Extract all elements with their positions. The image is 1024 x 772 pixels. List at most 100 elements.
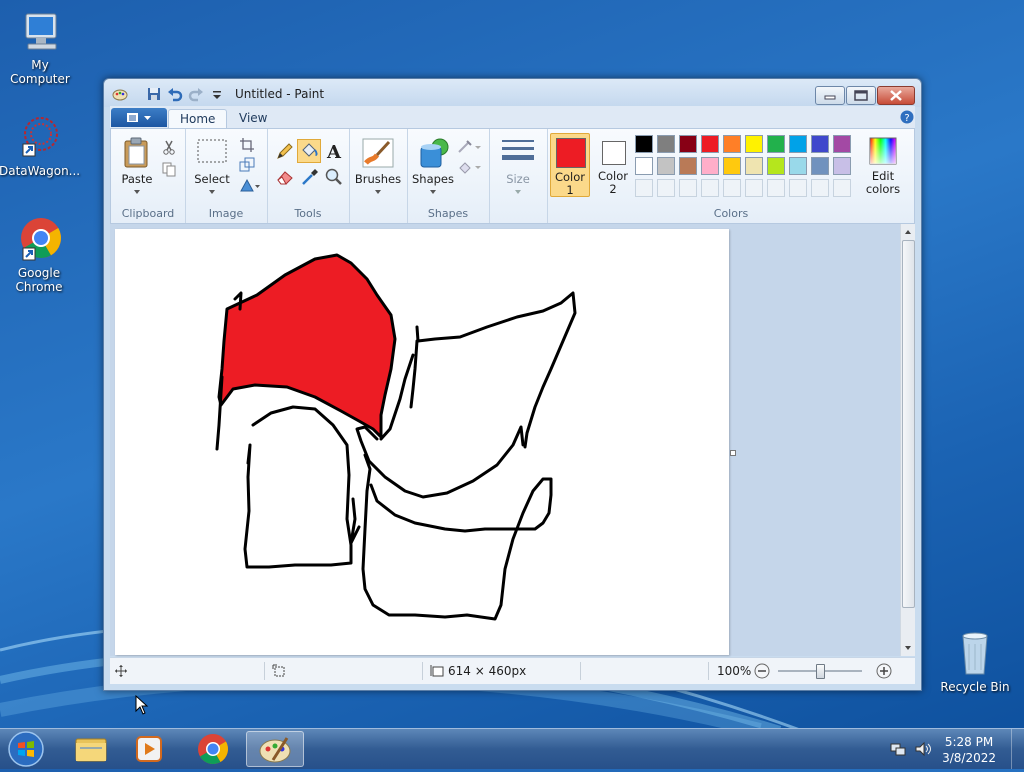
palette-swatch[interactable]: [833, 135, 851, 153]
color2-button[interactable]: Color 2: [593, 133, 633, 197]
tools-group: A Tools: [267, 129, 350, 223]
palette-swatch-empty[interactable]: [723, 179, 741, 197]
taskbar-paint[interactable]: [246, 731, 304, 767]
save-icon[interactable]: [146, 86, 162, 102]
restore-icon: [854, 90, 868, 101]
shapes-button[interactable]: Shapes: [411, 135, 455, 197]
tab-home[interactable]: Home: [168, 109, 228, 129]
title-bar[interactable]: Untitled - Paint: [104, 79, 921, 107]
palette-swatch[interactable]: [679, 157, 697, 175]
desktop-icon-recycle-bin[interactable]: Recycle Bin: [935, 630, 1015, 694]
zoom-in-icon[interactable]: [876, 663, 892, 679]
rotate-icon[interactable]: [239, 177, 261, 193]
cut-icon[interactable]: [161, 139, 177, 155]
close-button[interactable]: [877, 86, 915, 105]
color1-swatch: [556, 138, 586, 168]
palette-swatch[interactable]: [767, 135, 785, 153]
palette-swatch-empty[interactable]: [811, 179, 829, 197]
palette-swatch[interactable]: [679, 135, 697, 153]
resize-icon[interactable]: [239, 157, 255, 173]
palette-swatch-empty[interactable]: [635, 179, 653, 197]
palette-swatch[interactable]: [701, 135, 719, 153]
desktop-icon-my-computer[interactable]: My Computer: [0, 8, 80, 86]
palette-swatch[interactable]: [745, 135, 763, 153]
palette-swatch[interactable]: [833, 157, 851, 175]
palette-swatch-empty[interactable]: [679, 179, 697, 197]
paste-button[interactable]: Paste: [117, 135, 157, 197]
palette-swatch[interactable]: [723, 157, 741, 175]
fill-icon[interactable]: [457, 159, 483, 175]
show-desktop-button[interactable]: [1011, 729, 1024, 769]
palette-swatch[interactable]: [745, 157, 763, 175]
scroll-up-icon[interactable]: [901, 226, 915, 238]
start-button[interactable]: [6, 729, 46, 769]
size-label: Size: [506, 172, 530, 186]
canvas-resize-handle[interactable]: [730, 450, 736, 456]
palette-swatch-empty[interactable]: [701, 179, 719, 197]
minimize-button[interactable]: [815, 86, 845, 105]
palette-swatch[interactable]: [635, 135, 653, 153]
network-icon[interactable]: [890, 741, 906, 757]
palette-swatch[interactable]: [789, 157, 807, 175]
maximize-button[interactable]: [846, 86, 876, 105]
tab-view[interactable]: View: [228, 109, 278, 128]
magnifier-icon[interactable]: [324, 167, 344, 187]
scrollbar-thumb[interactable]: [902, 240, 915, 608]
copy-icon[interactable]: [161, 161, 177, 177]
close-icon: [890, 90, 902, 101]
chevron-down-icon: [430, 190, 436, 194]
palette-swatch-empty[interactable]: [657, 179, 675, 197]
redo-icon[interactable]: [188, 86, 204, 102]
palette-swatch[interactable]: [723, 135, 741, 153]
taskbar-chrome[interactable]: [184, 731, 242, 767]
palette-swatch[interactable]: [701, 157, 719, 175]
outline-icon[interactable]: [457, 139, 483, 155]
undo-icon[interactable]: [167, 86, 183, 102]
palette-swatch-empty[interactable]: [789, 179, 807, 197]
help-icon[interactable]: ?: [900, 110, 914, 124]
eraser-icon[interactable]: [275, 167, 295, 187]
palette-swatch[interactable]: [811, 157, 829, 175]
text-tool-icon[interactable]: A: [324, 140, 344, 162]
palette-swatch[interactable]: [767, 157, 785, 175]
taskbar-explorer[interactable]: [62, 731, 120, 767]
scroll-down-icon[interactable]: [901, 642, 915, 654]
desktop-icon-google-chrome[interactable]: Google Chrome: [0, 216, 79, 294]
paint-app-icon[interactable]: [112, 86, 128, 102]
customize-quick-access-icon[interactable]: [209, 86, 225, 102]
crop-icon[interactable]: [239, 137, 255, 153]
zoom-level: 100%: [717, 664, 752, 678]
color-picker-icon[interactable]: [300, 167, 320, 187]
system-clock[interactable]: 5:28 PM 3/8/2022: [942, 734, 996, 766]
edit-colors-button[interactable]: Edit colors: [861, 133, 905, 197]
fill-tool-button[interactable]: [297, 139, 321, 163]
zoom-slider-thumb[interactable]: [816, 664, 825, 679]
palette-swatch[interactable]: [811, 135, 829, 153]
minimize-icon: [824, 95, 836, 100]
pencil-icon[interactable]: [275, 141, 295, 161]
palette-swatch[interactable]: [657, 135, 675, 153]
palette-swatch[interactable]: [789, 135, 807, 153]
palette-swatch[interactable]: [657, 157, 675, 175]
palette-swatch-empty[interactable]: [833, 179, 851, 197]
zoom-slider[interactable]: [778, 664, 862, 679]
zoom-out-icon[interactable]: [754, 663, 770, 679]
size-button[interactable]: Size: [495, 135, 541, 197]
colors-group-label: Colors: [713, 207, 749, 220]
drawing-canvas[interactable]: [115, 229, 729, 655]
palette-swatch-empty[interactable]: [767, 179, 785, 197]
palette-swatch[interactable]: [635, 157, 653, 175]
brush-icon: [362, 138, 394, 168]
taskbar-media-player[interactable]: [120, 731, 178, 767]
color2-swatch: [602, 141, 626, 165]
desktop-icon-datawagon[interactable]: DataWagon...: [0, 114, 80, 178]
brushes-button[interactable]: Brushes: [353, 135, 403, 197]
file-menu-button[interactable]: [111, 108, 167, 127]
select-button[interactable]: Select: [191, 135, 233, 197]
palette-swatch-empty[interactable]: [745, 179, 763, 197]
select-label: Select: [194, 172, 230, 186]
tools-group-label: Tools: [294, 207, 322, 220]
vertical-scrollbar[interactable]: [900, 224, 915, 656]
color1-button[interactable]: Color 1: [550, 133, 590, 197]
volume-icon[interactable]: [914, 741, 932, 757]
